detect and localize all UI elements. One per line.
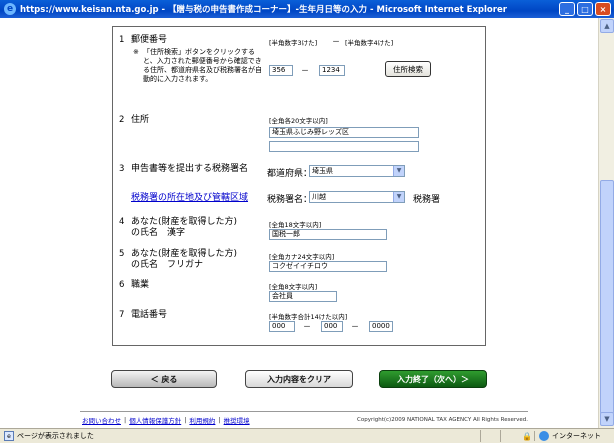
occupation-hint: [全角8文字以内] (269, 283, 318, 291)
tax-office-num: 3 (119, 164, 125, 174)
phone-label: 電話番号 (131, 310, 168, 320)
lock-icon: 🔒 (522, 431, 532, 441)
vertical-scrollbar[interactable]: ▲ ▼ (598, 18, 614, 428)
tax-office-suffix: 税務署 (413, 195, 441, 205)
name-kana-hint: [全角カナ24文字以内] (269, 253, 335, 261)
name-kanji-label-2: の氏名 漢字 (131, 228, 186, 238)
security-zone: インターネット (534, 431, 614, 441)
prefecture-select[interactable]: 埼玉県 ▼ (309, 165, 405, 177)
address-hint: [全角各20文字以内] (269, 117, 328, 125)
footer: お問い合わせ | 個人情報保護方針 | 利用規約 | 推奨環境 Copyrigh… (82, 415, 528, 425)
scroll-up-icon[interactable]: ▲ (600, 19, 614, 33)
phone-hint: [半角数字合計14けた以内] (269, 313, 348, 321)
postal-label: 郵便番号 (131, 35, 168, 45)
status-cell (480, 430, 500, 442)
back-button[interactable]: ＜ 戻る (111, 370, 217, 388)
name-kanji-num: 4 (119, 217, 125, 227)
footer-divider (80, 411, 528, 412)
phone-num: 7 (119, 310, 125, 320)
input-form-panel: 1 郵便番号 ※ 「住所検索」ボタンをクリックすると、入力された郵便番号から確認… (112, 26, 486, 346)
name-kanji-hint: [全角18文字以内] (269, 221, 322, 229)
chevron-down-icon: ▼ (393, 166, 404, 176)
close-button[interactable]: × (595, 2, 611, 16)
name-kana-label-2: の氏名 フリガナ (131, 260, 204, 270)
scroll-thumb[interactable] (600, 180, 614, 414)
phone-area-input[interactable]: 000 (269, 321, 295, 332)
zone-label: インターネット (552, 432, 601, 440)
minimize-button[interactable]: _ (559, 2, 575, 16)
address-line2-input[interactable] (269, 141, 419, 152)
tax-office-value: 川越 (312, 193, 326, 201)
copyright: Copyright(c)2009 NATIONAL TAX AGENCY All… (357, 417, 528, 423)
footer-separator: | (218, 416, 221, 424)
maximize-button[interactable]: □ (577, 2, 593, 16)
postal-hint-1: [半角数字3けた] (269, 39, 318, 47)
name-kanji-input[interactable]: 国税一郎 (269, 229, 387, 240)
footer-separator: | (124, 416, 127, 424)
occupation-num: 6 (119, 280, 125, 290)
address-label: 住所 (131, 115, 150, 125)
postal-hint-2: [半角数字4けた] (345, 39, 394, 47)
footer-separator: | (184, 416, 187, 424)
name-kanji-label-1: あなた(財産を取得した方) (131, 217, 238, 227)
ie-icon: e (4, 3, 16, 15)
globe-icon (539, 431, 549, 441)
page-icon: e (4, 431, 14, 441)
phone-dash-2: － (351, 322, 359, 331)
phone-dash-1: － (303, 322, 311, 331)
chevron-down-icon: ▼ (393, 192, 404, 202)
postal-hint-dash: － (332, 37, 340, 46)
tax-office-jurisdiction-link[interactable]: 税務署の所在地及び管轄区域 (131, 190, 248, 203)
phone-number-input[interactable]: 0000 (369, 321, 393, 332)
tax-office-label: 申告書等を提出する税務署名 (131, 164, 249, 174)
address-line1-input[interactable]: 埼玉県ふじみ野レッズ区 (269, 127, 419, 138)
status-cell (500, 430, 520, 442)
footer-link-privacy[interactable]: 個人情報保護方針 (129, 415, 181, 425)
postal-note: 「住所検索」ボタンをクリックすると、入力された郵便番号から確認できる住所、都道府… (143, 48, 262, 83)
postal-num: 1 (119, 35, 125, 45)
postal-dash: － (301, 66, 309, 75)
window-titlebar: e https://www.keisan.nta.go.jp - 【贈与税の申告… (0, 0, 614, 18)
prefecture-value: 埼玉県 (312, 167, 333, 175)
footer-link-terms[interactable]: 利用規約 (189, 415, 215, 425)
prefecture-label: 都道府県： (267, 169, 313, 179)
tax-office-select[interactable]: 川越 ▼ (309, 191, 405, 203)
window-title: https://www.keisan.nta.go.jp - 【贈与税の申告書作… (20, 5, 507, 15)
postal-note-mark: ※ (133, 48, 139, 56)
status-text: ページが表示されました (17, 432, 94, 440)
name-kana-label-1: あなた(財産を取得した方) (131, 249, 238, 259)
address-num: 2 (119, 115, 125, 125)
scroll-down-icon[interactable]: ▼ (600, 412, 614, 426)
phone-exchange-input[interactable]: 000 (321, 321, 343, 332)
footer-link-environment[interactable]: 推奨環境 (224, 415, 250, 425)
postal-code-first-input[interactable]: 356 (269, 65, 293, 76)
postal-code-second-input[interactable]: 1234 (319, 65, 345, 76)
finish-input-next-button[interactable]: 入力終了（次へ）＞ (379, 370, 487, 388)
name-kana-num: 5 (119, 249, 125, 259)
page-content: 1 郵便番号 ※ 「住所検索」ボタンをクリックすると、入力された郵便番号から確認… (0, 18, 598, 428)
name-kana-input[interactable]: コクゼイイチロウ (269, 261, 387, 272)
address-search-button[interactable]: 住所検索 (385, 61, 431, 77)
clear-input-button[interactable]: 入力内容をクリア (245, 370, 353, 388)
footer-link-contact[interactable]: お問い合わせ (82, 415, 121, 425)
occupation-label: 職業 (131, 280, 150, 290)
occupation-input[interactable]: 会社員 (269, 291, 337, 302)
status-bar: e ページが表示されました 🔒 インターネット (0, 428, 614, 443)
tax-office-name-label: 税務署名： (267, 195, 313, 205)
